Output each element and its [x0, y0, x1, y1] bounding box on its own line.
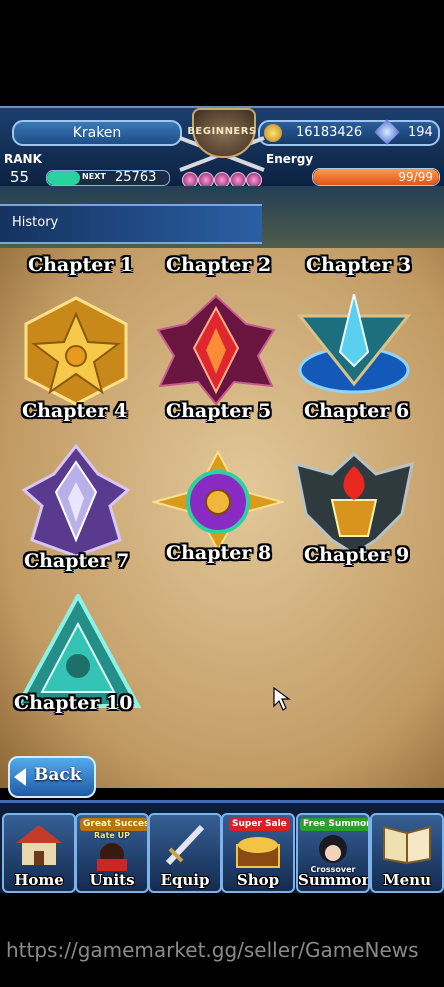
- exp-bar: NEXT 25763: [46, 170, 170, 186]
- chapter-3-label[interactable]: Chapter 3: [306, 254, 411, 276]
- next-label: NEXT: [82, 172, 106, 181]
- nav-shop[interactable]: Super Sale Shop: [221, 813, 295, 893]
- chapter-4-badge[interactable]: Chapter 4: [16, 294, 136, 422]
- nav-home-label: Home: [14, 871, 64, 889]
- currency-bar[interactable]: 16183426 194: [258, 119, 440, 146]
- watermark-text: https://gamemarket.gg/seller/GameNews: [6, 938, 419, 962]
- pointer-cursor-icon: [273, 686, 291, 711]
- units-great-success-tag: Great Success: [80, 818, 147, 831]
- orb-wing-crest-icon: [150, 449, 286, 553]
- summon-portrait-icon: [319, 835, 347, 863]
- rank-label: RANK: [4, 152, 42, 166]
- gem-amount: 194: [408, 125, 433, 140]
- status-header: Kraken 16183426 194 RANK 55 NEXT 25763 E…: [0, 106, 444, 188]
- back-arrow-icon: [14, 768, 26, 786]
- gem-icon: [374, 119, 400, 145]
- chapter-8-label: Chapter 8: [166, 542, 272, 564]
- shop-super-sale-tag: Super Sale: [229, 818, 290, 831]
- chapter-5-label: Chapter 5: [166, 400, 272, 422]
- chapter-9-badge[interactable]: Chapter 9: [292, 444, 416, 566]
- nav-shop-label: Shop: [236, 871, 280, 889]
- beginners-emblem[interactable]: BEGINNERS: [170, 104, 274, 192]
- energy-bar: 99/99: [312, 168, 440, 186]
- chapter-9-label: Chapter 9: [304, 544, 410, 566]
- chapter-5-badge[interactable]: Chapter 5: [154, 294, 278, 422]
- summon-free-tag: Free Summon: [300, 818, 368, 831]
- energy-value: 99/99: [398, 170, 433, 184]
- chapter-10-label: Chapter 10: [14, 692, 133, 714]
- units-rate-up-text: Rate UP: [94, 831, 130, 840]
- next-exp-value: 25763: [115, 170, 157, 185]
- player-name: Kraken: [12, 120, 182, 146]
- page-title-bar: History: [0, 204, 262, 244]
- chapter-2-label[interactable]: Chapter 2: [166, 254, 271, 276]
- flame-spike-crest-icon: [156, 294, 276, 406]
- chapter-6-label: Chapter 6: [304, 400, 410, 422]
- exp-bar-fill: [47, 171, 80, 185]
- nav-summon[interactable]: Free Summon Crossover Summon: [296, 813, 370, 893]
- chapter-8-badge[interactable]: Chapter 8: [150, 444, 286, 564]
- zel-amount: 16183426: [296, 125, 363, 140]
- back-button-label: Back: [34, 765, 82, 785]
- sword-icon: [165, 824, 205, 866]
- dragon-torch-crest-icon: [294, 451, 414, 556]
- bottom-nav: Home Great Success Rate UP Units Equip S…: [0, 800, 444, 893]
- nav-menu-label: Menu: [383, 871, 431, 889]
- open-book-icon: [383, 825, 431, 865]
- nav-menu[interactable]: Menu: [370, 813, 444, 893]
- chapter-7-label: Chapter 7: [24, 550, 130, 572]
- chapter-1-label[interactable]: Chapter 1: [28, 254, 133, 276]
- nav-equip[interactable]: Equip: [148, 813, 222, 893]
- hero-portrait-icon: [97, 843, 127, 871]
- nav-units-label: Units: [89, 871, 135, 889]
- page-title: History: [12, 215, 59, 230]
- chapter-10-badge[interactable]: Chapter 10: [14, 591, 142, 726]
- star-crest-icon: [24, 296, 128, 406]
- chapter-6-badge[interactable]: Chapter 6: [292, 293, 416, 422]
- back-button[interactable]: Back: [8, 756, 96, 798]
- rank-value: 55: [10, 168, 30, 186]
- nav-home[interactable]: Home: [2, 813, 76, 893]
- chapter-7-badge[interactable]: Chapter 7: [16, 443, 136, 572]
- house-icon: [16, 825, 62, 865]
- nav-summon-label: Summon: [298, 871, 370, 889]
- chapter-4-label: Chapter 4: [22, 400, 128, 422]
- nav-equip-label: Equip: [160, 871, 210, 889]
- emblem-text: BEGINNERS: [187, 126, 257, 137]
- chapter-scroll: Chapter 1 Chapter 2 Chapter 3 Chapter 4 …: [0, 248, 444, 788]
- crystal-crown-crest-icon: [21, 443, 131, 558]
- treasure-chest-icon: [236, 837, 280, 868]
- nav-units[interactable]: Great Success Rate UP Units: [75, 813, 149, 893]
- water-spire-crest-icon: [296, 293, 412, 394]
